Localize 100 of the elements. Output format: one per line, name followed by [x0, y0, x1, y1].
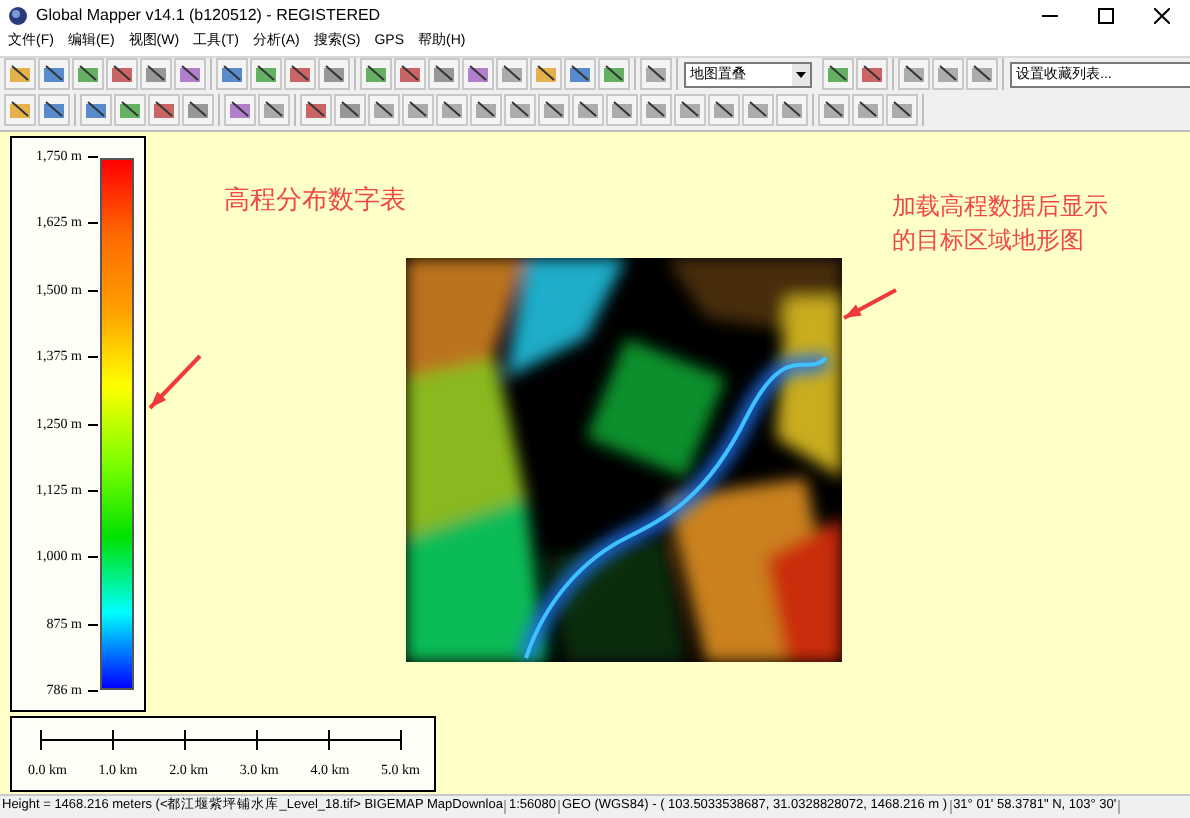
- tool-icon: [84, 98, 108, 122]
- tool-icon: [440, 98, 464, 122]
- toolbar-button[interactable]: [72, 58, 104, 90]
- toolbar-button[interactable]: [114, 94, 146, 126]
- tool-icon: [902, 62, 926, 86]
- toolbar-button[interactable]: [932, 58, 964, 90]
- toolbar-button[interactable]: [742, 94, 774, 126]
- toolbar-button[interactable]: [402, 94, 434, 126]
- tool-icon: [254, 62, 278, 86]
- tool-icon: [534, 62, 558, 86]
- toolbar-button[interactable]: [530, 58, 562, 90]
- tool-icon: [228, 98, 252, 122]
- tool-icon: [186, 98, 210, 122]
- arrow: [148, 354, 202, 410]
- toolbar-button[interactable]: [250, 58, 282, 90]
- tool-icon: [152, 98, 176, 122]
- toolbar-button[interactable]: [470, 94, 502, 126]
- toolbar-button[interactable]: [140, 58, 172, 90]
- toolbar-button[interactable]: [898, 58, 930, 90]
- toolbar-button[interactable]: [538, 94, 570, 126]
- toolbar-button[interactable]: [462, 58, 494, 90]
- toolbar-button[interactable]: [776, 94, 808, 126]
- toolbar-button[interactable]: [258, 94, 290, 126]
- toolbar-button[interactable]: [224, 94, 256, 126]
- tool-icon: [644, 98, 668, 122]
- toolbar-button[interactable]: [300, 94, 332, 126]
- toolbar-button[interactable]: [640, 58, 672, 90]
- toolbar-button[interactable]: [368, 94, 400, 126]
- tool-icon: [144, 62, 168, 86]
- tool-icon: [936, 62, 960, 86]
- toolbar-button[interactable]: [572, 94, 604, 126]
- annotation-text: 高程分布数字表: [224, 182, 406, 218]
- tool-icon: [406, 98, 430, 122]
- toolbar-button[interactable]: [216, 58, 248, 90]
- toolbar-button[interactable]: [38, 94, 70, 126]
- tool-icon: [398, 62, 422, 86]
- tool-icon: [42, 62, 66, 86]
- tool-icon: [262, 98, 286, 122]
- toolbar-button[interactable]: [496, 58, 528, 90]
- toolbar-button[interactable]: [436, 94, 468, 126]
- tool-icon: [118, 98, 142, 122]
- tool-icon: [8, 98, 32, 122]
- tool-icon: [288, 62, 312, 86]
- toolbar-button[interactable]: [174, 58, 206, 90]
- tool-icon: [338, 98, 362, 122]
- toolbar-button[interactable]: [360, 58, 392, 90]
- toolbar-button[interactable]: [856, 58, 888, 90]
- tool-icon: [466, 62, 490, 86]
- tool-icon: [860, 62, 884, 86]
- tool-icon: [76, 62, 100, 86]
- toolbar-button[interactable]: [818, 94, 850, 126]
- toolbar-button[interactable]: [504, 94, 536, 126]
- tool-icon: [220, 62, 244, 86]
- toolbar-button[interactable]: [428, 58, 460, 90]
- toolbar-button[interactable]: [80, 94, 112, 126]
- tool-icon: [970, 62, 994, 86]
- tool-icon: [372, 98, 396, 122]
- tool-icon: [110, 62, 134, 86]
- toolbar-button[interactable]: [966, 58, 998, 90]
- toolbar-button[interactable]: [852, 94, 884, 126]
- toolbar-button[interactable]: [674, 94, 706, 126]
- toolbar-button[interactable]: [106, 58, 138, 90]
- tool-icon: [178, 62, 202, 86]
- tool-icon: [432, 62, 456, 86]
- toolbar-button[interactable]: [564, 58, 596, 90]
- toolbar-button[interactable]: [708, 94, 740, 126]
- tool-icon: [500, 62, 524, 86]
- arrow: [843, 288, 897, 320]
- tool-icon: [780, 98, 804, 122]
- toolbar-button[interactable]: [606, 94, 638, 126]
- tool-icon: [890, 98, 914, 122]
- toolbar-button[interactable]: [318, 58, 350, 90]
- tool-icon: [364, 62, 388, 86]
- tool-icon: [644, 62, 668, 86]
- tool-icon: [508, 98, 532, 122]
- toolbar-button[interactable]: [182, 94, 214, 126]
- toolbar-button[interactable]: [148, 94, 180, 126]
- toolbar-button[interactable]: [4, 58, 36, 90]
- toolbar-button[interactable]: [886, 94, 918, 126]
- tool-icon: [576, 98, 600, 122]
- toolbar-button[interactable]: [334, 94, 366, 126]
- tool-icon: [712, 98, 736, 122]
- toolbar-button[interactable]: [4, 94, 36, 126]
- tool-icon: [678, 98, 702, 122]
- toolbar-button[interactable]: [822, 58, 854, 90]
- toolbar-button[interactable]: [640, 94, 672, 126]
- maximize-icon: [1098, 7, 1114, 23]
- toolbar-button[interactable]: [394, 58, 426, 90]
- globe-icon: [8, 5, 28, 25]
- tool-icon: [822, 98, 846, 122]
- tool-icon: [474, 98, 498, 122]
- toolbar-button[interactable]: [284, 58, 316, 90]
- tool-icon: [856, 98, 880, 122]
- toolbar-button[interactable]: [598, 58, 630, 90]
- toolbar-button[interactable]: [38, 58, 70, 90]
- tool-icon: [610, 98, 634, 122]
- annotation-text: 加载高程数据后显示的目标区域地形图: [892, 190, 1110, 258]
- tool-icon: [542, 98, 566, 122]
- caret-icon: [792, 63, 810, 85]
- tool-icon: [826, 62, 850, 86]
